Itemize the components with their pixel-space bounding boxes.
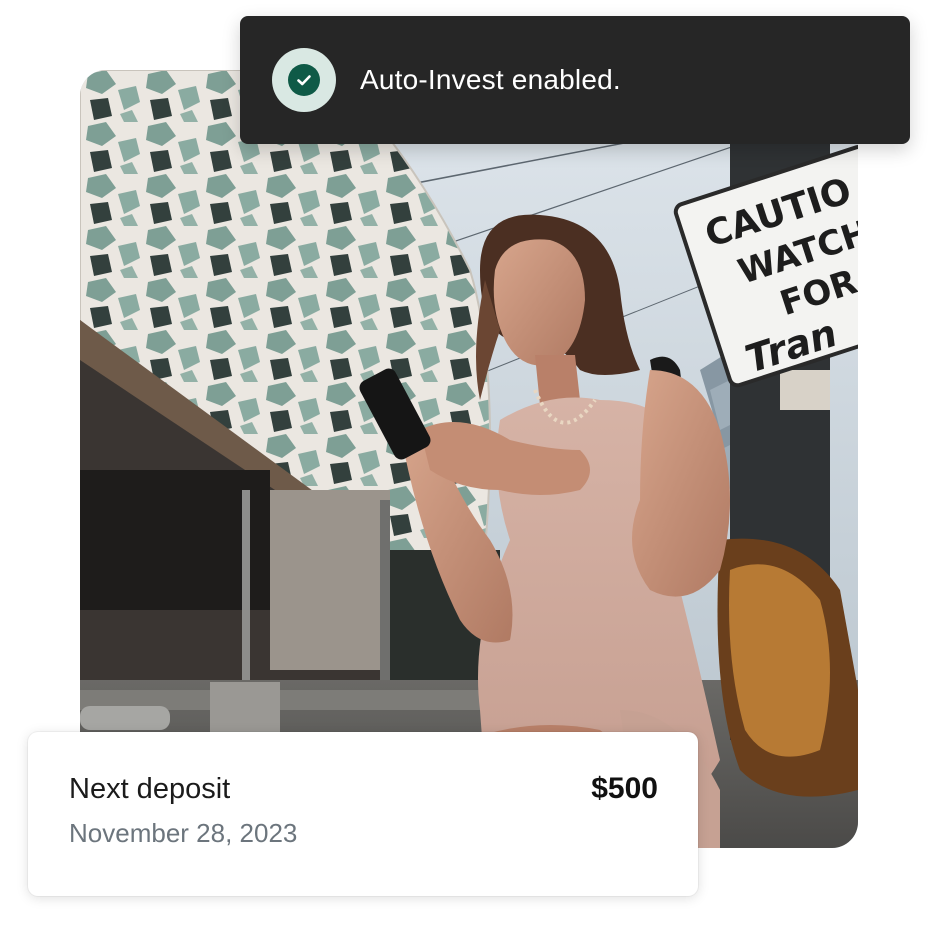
success-toast: Auto-Invest enabled. [240,16,910,144]
next-deposit-card: Next deposit $500 November 28, 2023 [28,732,698,896]
toast-message: Auto-Invest enabled. [360,64,621,95]
deposit-label: Next deposit [69,773,231,805]
deposit-date: November 28, 2023 [69,818,298,848]
deposit-amount: $500 [591,772,658,805]
check-circle-icon [272,48,336,112]
